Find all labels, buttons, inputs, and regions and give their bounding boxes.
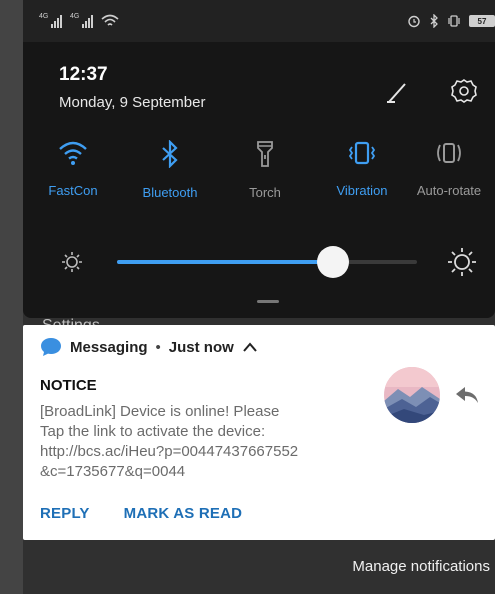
notification-actions: REPLY MARK AS READ [40,505,242,522]
signal-icon: 4G [70,13,93,28]
notification-card[interactable]: Messaging • Just now NOTICE [BroadLink] … [23,325,495,540]
vibration-icon [348,141,376,165]
reply-icon[interactable] [453,383,481,407]
status-left: 4G 4G [39,13,119,28]
messaging-icon [41,338,61,356]
left-edge [0,0,23,594]
clock-date: Monday, 9 September [59,94,206,111]
vibration-icon [448,15,460,27]
alarm-icon [408,15,420,28]
notification-title: NOTICE [40,377,97,394]
mountain-landscape-image [384,367,440,423]
chevron-up-icon[interactable] [242,341,258,353]
notification-separator: • [155,338,161,356]
tile-label-bluetooth: Bluetooth [142,185,198,200]
tile-label-torch: Torch [249,185,281,200]
background-settings-text: Settings [42,317,100,326]
notification-time: Just now [168,338,234,356]
status-right: 57 [407,14,495,28]
tile-label-fastcon: FastCon [48,183,98,198]
tile-label-auto-rotate: Auto-rotate [416,183,482,198]
signal-icon: 4G [39,13,62,28]
tile-vibration[interactable]: Vibration [316,140,408,198]
reply-button[interactable]: REPLY [40,505,90,522]
brightness-slider[interactable] [117,246,417,278]
tile-fastcon[interactable]: FastCon [27,140,119,198]
signal-1-label: 4G [39,13,49,20]
brightness-slider-thumb[interactable] [317,246,349,278]
mark-as-read-button[interactable]: MARK AS READ [124,505,243,522]
battery-level: 57 [477,16,487,26]
brightness-slider-fill [117,260,333,264]
tile-torch[interactable]: Torch [219,140,311,200]
panel-drag-handle[interactable] [257,300,279,303]
tile-label-vibration: Vibration [336,183,388,198]
clock-time: 12:37 [59,64,108,85]
settings-icon[interactable] [450,77,478,105]
tile-bluetooth[interactable]: Bluetooth [124,140,216,200]
notification-app-name: Messaging [70,338,148,356]
battery-icon: 57 [469,15,495,27]
bluetooth-icon [430,14,438,28]
wifi-icon [101,14,119,26]
auto-rotate-icon [437,143,461,163]
torch-icon [257,141,273,167]
wifi-icon [59,141,87,165]
tile-auto-rotate[interactable]: Auto-rotate [403,140,495,198]
status-bar: 4G 4G 57 [23,0,495,42]
signal-2-label: 4G [70,13,80,20]
notification-header[interactable]: Messaging • Just now [40,337,258,357]
brightness-high-icon [448,248,476,276]
edit-icon[interactable] [383,80,409,104]
bluetooth-icon [162,140,178,168]
notification-body: [BroadLink] Device is online! Please Tap… [40,403,299,480]
manage-notifications-link[interactable]: Manage notifications [352,558,490,575]
avatar [384,367,440,423]
brightness-low-icon [62,252,82,272]
